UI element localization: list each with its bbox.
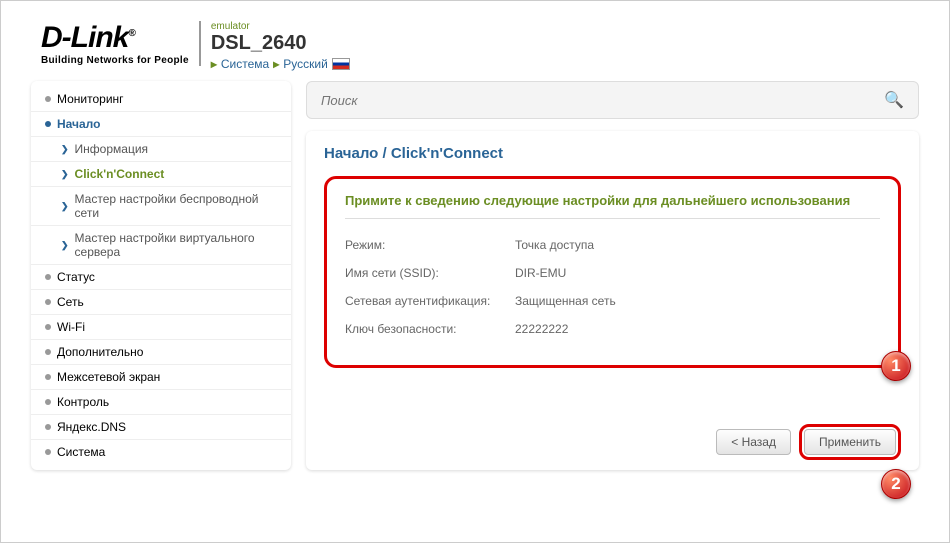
info-label: Имя сети (SSID): — [345, 266, 515, 280]
dot-icon — [45, 374, 51, 380]
info-row-ssid: Имя сети (SSID): DIR-EMU — [345, 259, 880, 287]
dot-icon — [45, 324, 51, 330]
info-value: 22222222 — [515, 322, 880, 336]
sidebar-item-system[interactable]: Система — [31, 440, 291, 464]
info-row-auth: Сетевая аутентификация: Защищенная сеть — [345, 287, 880, 315]
apply-button[interactable]: Применить — [804, 429, 896, 455]
sidebar-sub-vserver-wizard[interactable]: ❯ Мастер настройки виртуального сервера — [31, 226, 291, 265]
info-row-mode: Режим: Точка доступа — [345, 231, 880, 259]
chevron-right-icon: ▸ — [273, 57, 279, 71]
sidebar-item-monitoring[interactable]: Мониторинг — [31, 87, 291, 112]
sidebar-sub-wireless-wizard[interactable]: ❯ Мастер настройки беспроводной сети — [31, 187, 291, 226]
sidebar-item-label: Дополнительно — [57, 345, 143, 359]
sidebar-sub-label: Click'n'Connect — [75, 167, 165, 181]
annotation-marker-1: 1 — [881, 351, 911, 381]
chevron-right-icon: ▸ — [211, 57, 217, 71]
header-crumbs: ▸ Система ▸ Русский — [211, 57, 350, 71]
info-value: DIR-EMU — [515, 266, 880, 280]
sidebar-item-label: Сеть — [57, 295, 84, 309]
dot-icon — [45, 424, 51, 430]
header: D-Link® Building Networks for People emu… — [1, 1, 949, 81]
search-box: 🔍 — [306, 81, 919, 119]
chevron-right-icon: ❯ — [61, 169, 69, 180]
logo: D-Link® — [41, 21, 189, 55]
sidebar-item-control[interactable]: Контроль — [31, 390, 291, 415]
sidebar-sub-label: Мастер настройки беспроводной сети — [75, 192, 277, 220]
sidebar-item-label: Мониторинг — [57, 92, 124, 106]
sidebar-item-label: Система — [57, 445, 105, 459]
sidebar-item-label: Контроль — [57, 395, 109, 409]
info-label: Сетевая аутентификация: — [345, 294, 515, 308]
chevron-right-icon: ❯ — [61, 201, 69, 212]
dot-icon — [45, 449, 51, 455]
sidebar-item-label: Межсетевой экран — [57, 370, 160, 384]
breadcrumb: Начало / Click'n'Connect — [324, 145, 901, 162]
sidebar-item-network[interactable]: Сеть — [31, 290, 291, 315]
crumb-language[interactable]: Русский — [283, 57, 328, 71]
emulator-label: emulator — [211, 21, 350, 32]
annotation-marker-2: 2 — [881, 469, 911, 499]
sidebar-sub-clicknconnect[interactable]: ❯ Click'n'Connect — [31, 162, 291, 187]
main-area: 🔍 Начало / Click'n'Connect Примите к све… — [306, 81, 919, 470]
crumb-system[interactable]: Система — [221, 57, 269, 71]
dot-icon — [45, 121, 51, 127]
model-block: emulator DSL_2640 ▸ Система ▸ Русский — [211, 21, 350, 71]
model-name: DSL_2640 — [211, 32, 350, 55]
button-row: < Назад Применить — [716, 424, 901, 460]
info-title: Примите к сведению следующие настройки д… — [345, 193, 880, 219]
logo-block: D-Link® Building Networks for People — [41, 21, 201, 66]
sidebar-sub-label: Мастер настройки виртуального сервера — [75, 231, 277, 259]
sidebar-item-label: Wi-Fi — [57, 320, 85, 334]
sidebar-sub-info[interactable]: ❯ Информация — [31, 137, 291, 162]
settings-summary-box: Примите к сведению следующие настройки д… — [324, 176, 901, 368]
sidebar: Мониторинг Начало ❯ Информация ❯ Click'n'C… — [31, 81, 291, 470]
sidebar-item-firewall[interactable]: Межсетевой экран — [31, 365, 291, 390]
sidebar-item-label: Яндекс.DNS — [57, 420, 126, 434]
apply-highlight: Применить — [799, 424, 901, 460]
dot-icon — [45, 299, 51, 305]
sidebar-item-status[interactable]: Статус — [31, 265, 291, 290]
logo-tagline: Building Networks for People — [41, 55, 189, 66]
sidebar-item-wifi[interactable]: Wi-Fi — [31, 315, 291, 340]
info-row-key: Ключ безопасности: 22222222 — [345, 315, 880, 343]
sidebar-item-label: Статус — [57, 270, 95, 284]
dot-icon — [45, 399, 51, 405]
info-label: Ключ безопасности: — [345, 322, 515, 336]
dot-icon — [45, 96, 51, 102]
search-input[interactable] — [321, 93, 884, 108]
search-icon[interactable]: 🔍 — [884, 90, 904, 110]
sidebar-item-start[interactable]: Начало — [31, 112, 291, 137]
info-value: Точка доступа — [515, 238, 880, 252]
dot-icon — [45, 349, 51, 355]
sidebar-item-yandexdns[interactable]: Яндекс.DNS — [31, 415, 291, 440]
sidebar-item-label: Начало — [57, 117, 100, 131]
chevron-right-icon: ❯ — [61, 240, 69, 251]
info-value: Защищенная сеть — [515, 294, 880, 308]
info-label: Режим: — [345, 238, 515, 252]
chevron-right-icon: ❯ — [61, 144, 69, 155]
sidebar-sub-label: Информация — [75, 142, 148, 156]
dot-icon — [45, 274, 51, 280]
sidebar-item-advanced[interactable]: Дополнительно — [31, 340, 291, 365]
back-button[interactable]: < Назад — [716, 429, 791, 455]
main-panel: Начало / Click'n'Connect Примите к сведе… — [306, 131, 919, 470]
flag-ru-icon — [332, 58, 350, 70]
